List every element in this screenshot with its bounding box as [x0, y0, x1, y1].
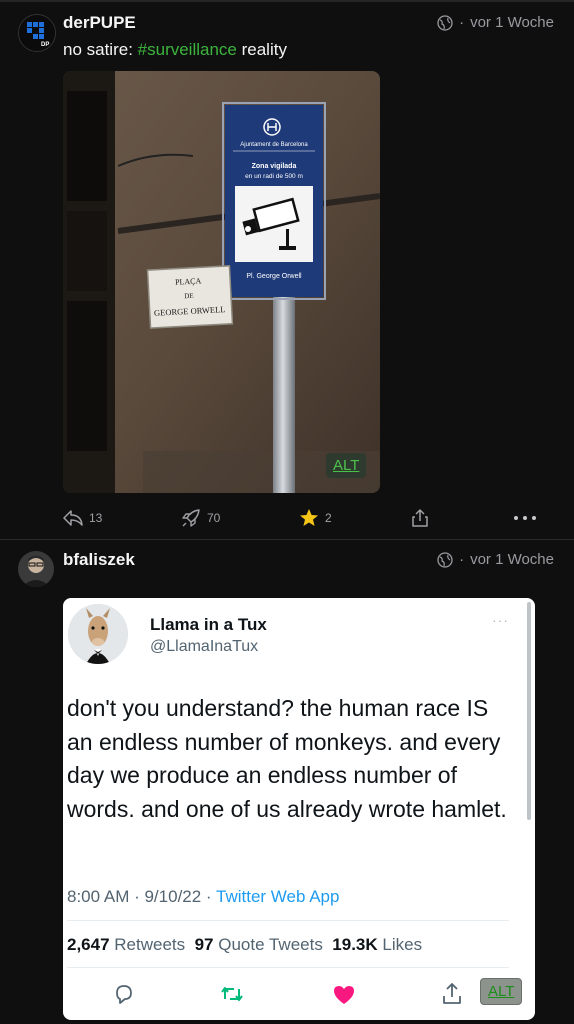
tweet-stats: 2,647 Retweets 97 Quote Tweets 19.3K Lik… — [67, 935, 422, 955]
person-avatar-icon — [18, 551, 54, 587]
post-text-before: no satire: — [63, 40, 138, 59]
post-text-after: reality — [236, 40, 287, 59]
post-meta: · vor 1 Woche — [437, 14, 554, 31]
time-separator: · — [459, 14, 465, 31]
street-sign-line1: PLAÇA — [175, 276, 202, 286]
time-separator: · — [459, 551, 465, 568]
retweet-count: 2,647 — [67, 935, 110, 954]
post-username[interactable]: bfaliszek — [63, 550, 135, 570]
more-button[interactable] — [512, 509, 538, 527]
sign-line1: Zona vigilada — [252, 163, 297, 170]
globe-icon — [437, 14, 453, 31]
post-meta: · vor 1 Woche — [437, 551, 554, 568]
retweet-label: Retweets — [109, 935, 195, 954]
post-username[interactable]: derPUPE — [63, 13, 136, 33]
tweet-heart-icon — [334, 986, 354, 1004]
alt-button[interactable]: ALT — [480, 978, 523, 1005]
more-dots-icon — [514, 516, 536, 520]
sign-line2: en un radi de 500 m — [245, 173, 303, 180]
tweet-divider — [67, 967, 509, 968]
fav-count: 2 — [325, 511, 332, 525]
tweet-scrollbar — [527, 602, 531, 820]
tweet-time: 8:00 AM · 9/10/22 · — [67, 887, 216, 906]
dp-logo-icon: DP — [19, 15, 55, 51]
post-derpupe: DP derPUPE · vor 1 Woche no satire: #sur… — [0, 0, 574, 540]
tweet-author-name: Llama in a Tux — [150, 615, 267, 634]
quote-label: Quote Tweets — [213, 935, 333, 954]
boost-count: 70 — [207, 511, 221, 525]
sign-place: Pl. George Orwell — [246, 273, 302, 280]
post-text: no satire: #surveillance reality — [63, 40, 287, 60]
reply-count: 13 — [89, 511, 103, 525]
surveillance-photo: Ajuntament de Barcelona Zona vigilada en… — [63, 71, 380, 493]
tweet-reply-icon — [116, 985, 132, 1004]
post-actions: 13 70 2 — [63, 507, 543, 531]
quote-count: 97 — [194, 935, 214, 954]
like-label: Likes — [377, 935, 423, 954]
tweet-screenshot-image[interactable]: Llama in a Tux @LlamaInaTux ··· don't yo… — [63, 598, 535, 1020]
globe-icon — [437, 551, 453, 568]
tweet-more-icon: ··· — [492, 612, 509, 628]
avatar[interactable]: DP — [18, 14, 56, 52]
like-count: 19.3K — [332, 935, 378, 954]
tweet-author-handle: @LlamaInaTux — [150, 638, 259, 655]
reply-icon — [63, 510, 83, 526]
share-button[interactable] — [411, 508, 429, 528]
boost-button[interactable]: 70 — [181, 509, 220, 527]
tweet-share-icon — [443, 983, 461, 1004]
tweet-divider — [67, 920, 509, 921]
street-sign-line2: DE — [184, 292, 194, 300]
tweet-retweet-icon — [221, 987, 243, 1001]
media-image[interactable]: Ajuntament de Barcelona Zona vigilada en… — [63, 71, 380, 493]
avatar[interactable] — [18, 551, 54, 587]
llama-avatar-icon — [68, 604, 128, 664]
tweet-body: don't you understand? the human race IS … — [67, 695, 507, 822]
hashtag-link[interactable]: #surveillance — [138, 40, 237, 59]
alt-button[interactable]: ALT — [326, 453, 367, 478]
tweet-app: Twitter Web App — [216, 887, 340, 906]
sign-city: Ajuntament de Barcelona — [240, 142, 308, 148]
post-time[interactable]: vor 1 Woche — [470, 551, 554, 568]
tweet-avatar — [68, 604, 128, 664]
svg-text:DP: DP — [41, 42, 49, 48]
post-time[interactable]: vor 1 Woche — [470, 14, 554, 31]
tweet-timestamp: 8:00 AM · 9/10/22 · Twitter Web App — [67, 887, 339, 907]
favourite-button[interactable]: 2 — [299, 508, 332, 528]
rocket-icon — [182, 509, 200, 527]
star-icon — [300, 509, 318, 526]
reply-button[interactable]: 13 — [63, 509, 102, 527]
share-icon — [412, 509, 428, 527]
